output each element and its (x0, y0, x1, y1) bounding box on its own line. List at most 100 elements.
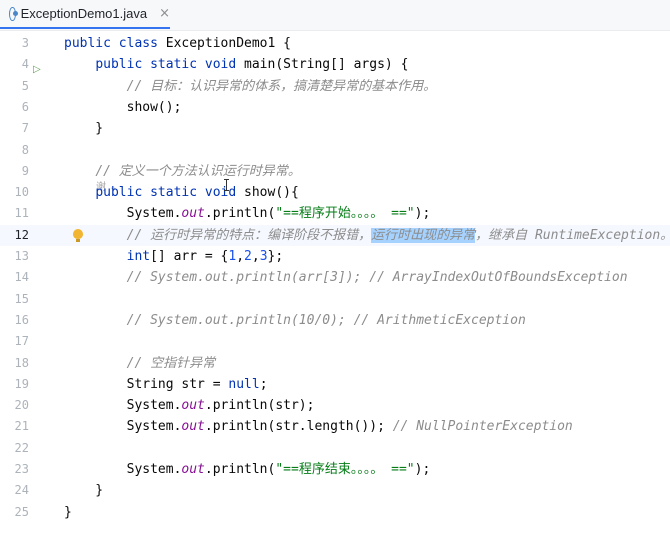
code-token: } (64, 121, 104, 137)
code-line[interactable]: 17 (0, 331, 670, 352)
code-token: .println( (204, 462, 276, 477)
code-token: out (181, 398, 205, 414)
code-token: out (181, 462, 205, 477)
code-token: "==程序结束。。。。 ==" (275, 462, 415, 477)
code-line[interactable]: 4 public static void main(String[] args)… (0, 54, 670, 75)
code-line[interactable]: 16 // System.out.println(10/0); // Arith… (0, 310, 670, 331)
code-text: // 空指针异常 (64, 353, 215, 374)
line-number: 13 (14, 249, 29, 263)
code-line[interactable]: 3 public class ExceptionDemo1 { (0, 33, 670, 54)
code-line[interactable]: 24 } (0, 480, 670, 501)
code-token: .println( (204, 206, 276, 222)
code-token: show(){ (244, 185, 299, 201)
code-line[interactable]: 8 (0, 140, 670, 161)
line-number: 19 (14, 376, 29, 391)
code-text: public class ExceptionDemo1 { (64, 33, 291, 54)
code-token: // 运行时异常的特点：编译阶段不报错， (126, 227, 372, 243)
code-text: // System.out.println(arr[3]); // ArrayI… (64, 267, 628, 288)
line-number: 18 (14, 355, 29, 370)
code-token: null (228, 376, 260, 392)
code-token: int (64, 249, 151, 264)
code-text: // 目标：认识异常的体系，搞清楚异常的基本作用。 (64, 76, 436, 97)
code-line[interactable]: 25} (0, 502, 670, 523)
close-icon[interactable]: × (159, 6, 170, 21)
code-token: ); (414, 206, 431, 222)
code-line[interactable]: 6 show(); (0, 97, 670, 118)
code-line[interactable]: 7 } (0, 118, 670, 139)
tab-title: ExceptionDemo1.java (20, 6, 148, 21)
tab-exceptiondemo1[interactable]: ExceptionDemo1.java × (0, 0, 170, 29)
code-line[interactable]: 20 System.out.println(str); (0, 395, 670, 416)
line-number: 4 (21, 57, 29, 72)
selected-text: 运行时出现的异常 (371, 227, 476, 243)
editor-tab-bar: ExceptionDemo1.java × (0, 0, 670, 31)
line-number: 24 (14, 483, 29, 498)
line-number: 15 (14, 291, 29, 306)
code-text: public static void show(){ (64, 182, 299, 203)
line-number: 5 (21, 78, 29, 93)
line-number: 23 (14, 462, 29, 476)
code-line[interactable]: 11 System.out.println("==程序开始。。。。 =="); (0, 203, 670, 224)
code-token: } (64, 504, 72, 520)
code-text: } (64, 502, 72, 523)
code-line[interactable]: 18 // 空指针异常 (0, 353, 670, 374)
code-token: , (236, 249, 245, 264)
line-number: 11 (14, 206, 29, 221)
code-text: System.out.println("==程序结束。。。。 =="); (64, 459, 431, 480)
line-number: 10 (14, 185, 29, 200)
code-line[interactable]: 19 String str = null; (0, 374, 670, 395)
code-token: public static void (95, 185, 245, 201)
code-text: int[] arr = {1,2,3}; (64, 246, 284, 267)
line-number: 8 (21, 142, 29, 157)
code-text: System.out.println("==程序开始。。。。 =="); (64, 203, 431, 224)
code-token: 3 (259, 249, 268, 264)
code-line[interactable]: 23 System.out.println("==程序结束。。。。 =="); (0, 459, 670, 480)
line-number: 3 (21, 36, 29, 50)
code-line[interactable]: 14 // System.out.println(arr[3]); // Arr… (0, 267, 670, 288)
line-number: 9 (21, 163, 29, 178)
code-line[interactable]: 15 (0, 289, 670, 310)
code-token: ); (414, 462, 431, 477)
line-number: 7 (21, 121, 29, 136)
code-token: .println(str); (204, 398, 315, 414)
code-token: show(); (64, 99, 182, 115)
code-text: } (64, 118, 103, 139)
code-token: main(String[] args) { (244, 57, 409, 73)
line-number: 14 (14, 270, 29, 285)
code-line[interactable]: 12 // 运行时异常的特点：编译阶段不报错，运行时出现的异常，继承自 Runt… (0, 224, 670, 246)
line-number: 17 (14, 334, 29, 349)
line-number: 21 (14, 419, 29, 434)
line-number: 22 (14, 440, 29, 455)
code-token: }; (267, 249, 284, 264)
lightbulb-icon[interactable] (73, 228, 83, 242)
code-text: System.out.println(str.length()); // Nul… (64, 416, 573, 437)
code-token: System. (64, 419, 182, 435)
code-token: 2 (244, 249, 252, 264)
code-line[interactable]: 21 System.out.println(str.length()); // … (0, 416, 670, 437)
code-line[interactable]: 13 int[] arr = {1,2,3}; (0, 246, 670, 267)
code-token: public class (64, 36, 166, 51)
code-token: System. (64, 462, 182, 477)
code-line[interactable]: 10 public static void show(){ (0, 182, 670, 203)
code-text: show(); (64, 97, 182, 118)
code-line[interactable]: 22 (0, 438, 670, 459)
java-class-icon (9, 6, 18, 21)
code-line[interactable]: 5 // 目标：认识异常的体系，搞清楚异常的基本作用。 (0, 76, 670, 97)
code-text: } (64, 480, 103, 501)
code-editor[interactable]: 3 public class ExceptionDemo1 {4 public s… (0, 31, 670, 542)
code-token: System. (64, 398, 182, 414)
code-token: out (181, 419, 205, 435)
line-number: 12 (14, 227, 29, 242)
code-token: ，继承自 RuntimeException。 (475, 227, 670, 243)
code-text: // System.out.println(10/0); // Arithmet… (64, 310, 526, 331)
code-token: String str = (64, 376, 229, 392)
code-token: .println(str.length()); (204, 419, 393, 435)
code-token: out (181, 206, 205, 222)
code-text: String str = null; (64, 374, 268, 395)
line-number: 16 (14, 312, 29, 327)
